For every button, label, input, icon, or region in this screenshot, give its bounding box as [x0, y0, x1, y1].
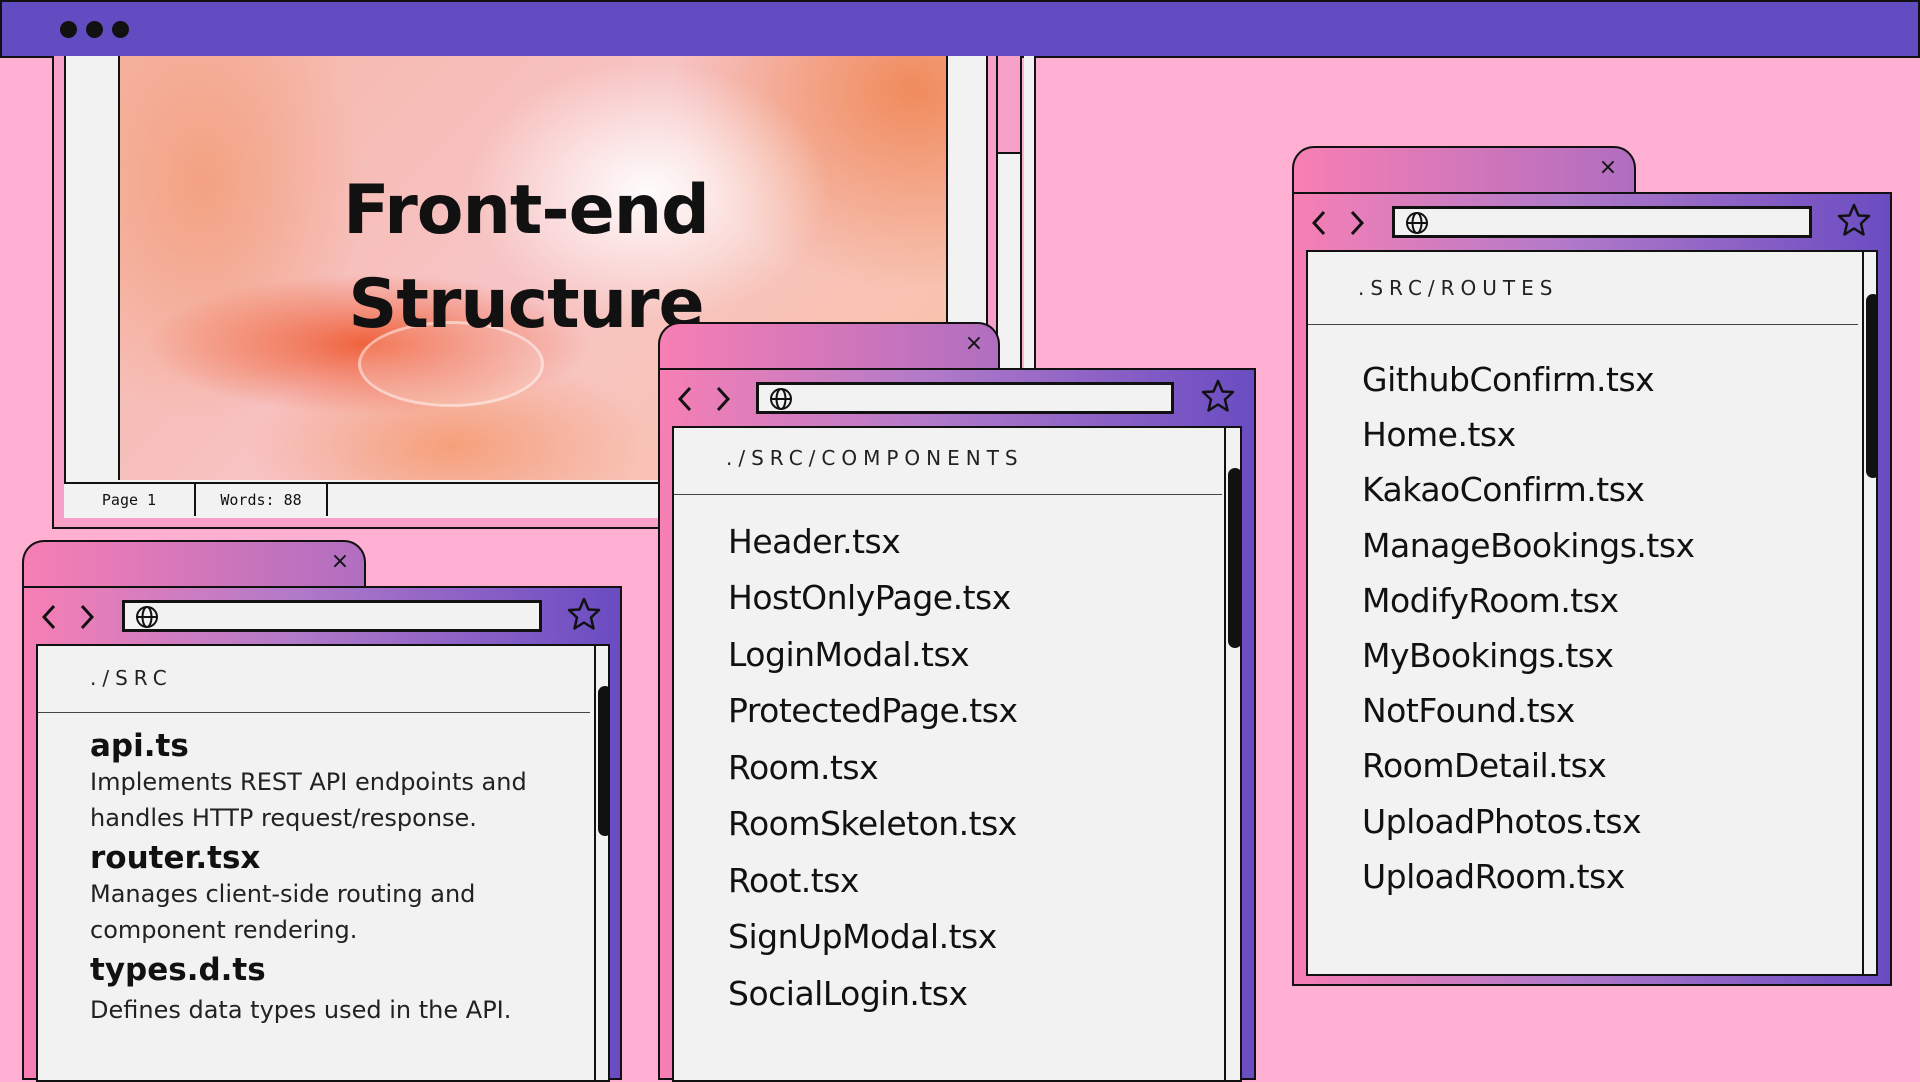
star-icon[interactable]	[566, 596, 602, 632]
scrollbar[interactable]	[1224, 428, 1240, 1080]
chevron-left-icon[interactable]	[676, 384, 694, 414]
file-item[interactable]: RoomDetail.tsx	[1362, 746, 1607, 785]
scrollbar-thumb[interactable]	[598, 686, 608, 836]
globe-icon	[136, 606, 158, 628]
browser-tab[interactable]: ×	[658, 322, 1000, 370]
folder-path: .SRC/ROUTES	[1358, 276, 1559, 300]
top-bar	[0, 0, 1920, 58]
file-item[interactable]: Root.tsx	[728, 861, 859, 900]
divider	[38, 712, 590, 713]
file-item[interactable]: LoginModal.tsx	[728, 635, 970, 674]
scrollbar[interactable]	[1862, 252, 1876, 974]
file-item[interactable]: HostOnlyPage.tsx	[728, 578, 1011, 617]
globe-icon	[1406, 212, 1428, 234]
file-description-list: api.ts Implements REST API endpoints and…	[90, 728, 580, 1028]
file-description: Implements REST API endpoints and	[90, 768, 527, 796]
address-bar[interactable]	[756, 382, 1174, 414]
file-item[interactable]: Room.tsx	[728, 748, 879, 787]
file-name[interactable]: api.ts	[90, 728, 580, 764]
title-line: Front-end	[343, 171, 710, 250]
browser-frame: ./SRC api.ts Implements REST API endpoin…	[22, 586, 622, 1082]
components-browser-window: × ./SRC/COMPONENTS Header.tsx HostOnlyPa…	[658, 322, 1256, 1082]
page-indicator: Page 1	[64, 484, 196, 516]
file-item[interactable]: ManageBookings.tsx	[1362, 526, 1695, 565]
file-item[interactable]: UploadRoom.tsx	[1362, 857, 1625, 896]
chevron-right-icon[interactable]	[714, 384, 732, 414]
window-dot[interactable]	[112, 21, 129, 38]
scrollbar[interactable]	[594, 646, 608, 1080]
routes-browser-window: × .SRC/ROUTES GithubConfirm.tsx Home.tsx…	[1292, 146, 1892, 986]
file-item[interactable]: GithubConfirm.tsx	[1362, 360, 1655, 399]
browser-tab[interactable]: ×	[22, 540, 366, 588]
file-description: Manages client-side routing and	[90, 880, 476, 908]
file-description: Defines data types used in the API.	[90, 996, 512, 1024]
file-item[interactable]: ProtectedPage.tsx	[728, 691, 1018, 730]
word-count: Words: 88	[196, 484, 328, 516]
chevron-left-icon[interactable]	[1310, 208, 1328, 238]
close-icon[interactable]: ×	[1596, 156, 1620, 180]
file-description: component rendering.	[90, 916, 358, 944]
file-item[interactable]: KakaoConfirm.tsx	[1362, 470, 1645, 509]
globe-icon	[770, 388, 792, 410]
scrollbar-thumb[interactable]	[1866, 294, 1876, 478]
file-list-panel: .SRC/ROUTES GithubConfirm.tsx Home.tsx K…	[1306, 250, 1878, 976]
browser-tab[interactable]: ×	[1292, 146, 1636, 194]
star-icon[interactable]	[1200, 378, 1236, 414]
folder-path: ./SRC/COMPONENTS	[726, 446, 1024, 470]
divider	[1308, 324, 1858, 325]
close-icon[interactable]: ×	[962, 332, 986, 356]
close-icon[interactable]: ×	[328, 550, 352, 574]
folder-path: ./SRC	[90, 666, 173, 690]
chevron-right-icon[interactable]	[78, 602, 96, 632]
file-item[interactable]: MyBookings.tsx	[1362, 636, 1614, 675]
address-bar[interactable]	[1392, 206, 1812, 238]
file-list-panel: ./SRC/COMPONENTS Header.tsx HostOnlyPage…	[672, 426, 1242, 1082]
file-name[interactable]: router.tsx	[90, 840, 580, 876]
address-bar[interactable]	[122, 600, 542, 632]
file-name[interactable]: types.d.ts	[90, 952, 580, 988]
window-dot[interactable]	[86, 21, 103, 38]
file-item[interactable]: RoomSkeleton.tsx	[728, 804, 1017, 843]
browser-frame: ./SRC/COMPONENTS Header.tsx HostOnlyPage…	[658, 368, 1256, 1082]
browser-frame: .SRC/ROUTES GithubConfirm.tsx Home.tsx K…	[1292, 192, 1892, 986]
file-item[interactable]: UploadPhotos.tsx	[1362, 802, 1642, 841]
file-list-panel: ./SRC api.ts Implements REST API endpoin…	[36, 644, 610, 1082]
chevron-left-icon[interactable]	[40, 602, 58, 632]
file-item[interactable]: NotFound.tsx	[1362, 691, 1575, 730]
divider	[674, 494, 1222, 495]
file-item[interactable]: SocialLogin.tsx	[728, 974, 968, 1013]
src-browser-window: × ./SRC api.ts Implements REST API endpo…	[22, 540, 622, 1082]
chevron-right-icon[interactable]	[1348, 208, 1366, 238]
file-item[interactable]: Home.tsx	[1362, 415, 1516, 454]
file-description: handles HTTP request/response.	[90, 804, 477, 832]
star-icon[interactable]	[1836, 202, 1872, 238]
file-item[interactable]: ModifyRoom.tsx	[1362, 581, 1619, 620]
file-item[interactable]: SignUpModal.tsx	[728, 917, 997, 956]
scrollbar-thumb[interactable]	[1228, 468, 1240, 648]
window-dot[interactable]	[60, 21, 77, 38]
file-item[interactable]: Header.tsx	[728, 522, 901, 561]
